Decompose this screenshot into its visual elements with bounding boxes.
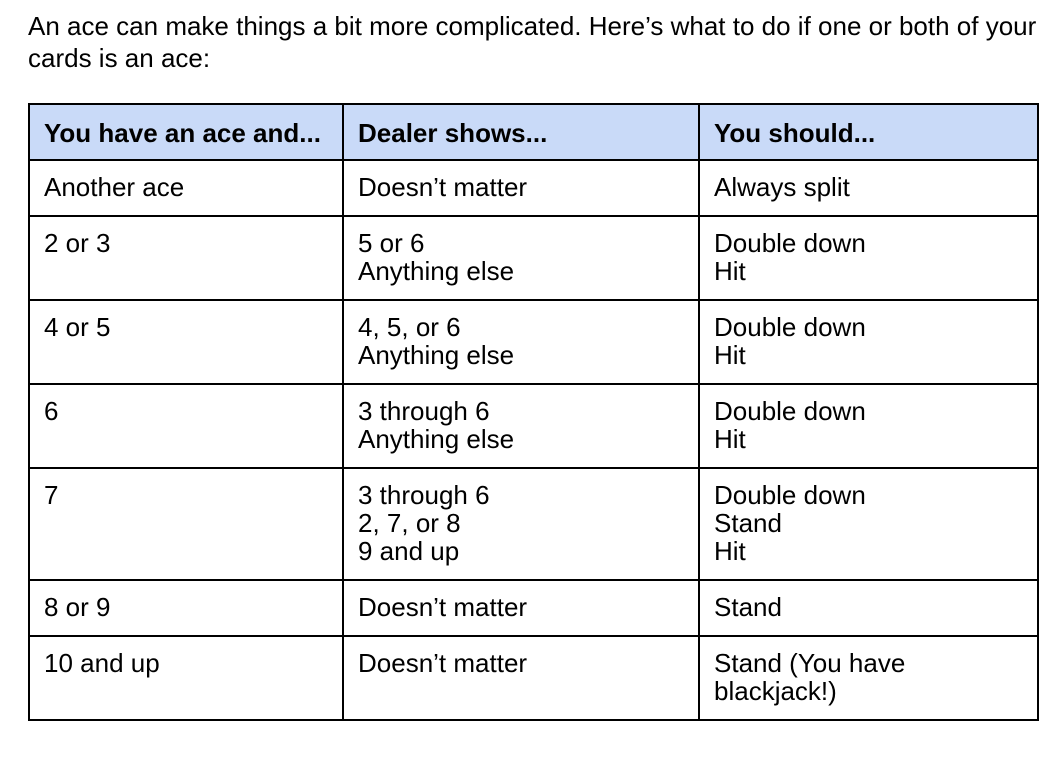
table-row: Another ace Doesn’t matter Always split (28, 159, 1039, 217)
action-line: Stand (You have blackjack!) (714, 648, 906, 706)
table-row: 4 or 5 4, 5, or 6 Anything else Double down… (28, 299, 1039, 385)
cell-dealer: Doesn’t matter (342, 159, 700, 217)
dealer-line: 3 through 6 (358, 396, 490, 426)
dealer-line: 4, 5, or 6 (358, 312, 461, 342)
table-header: You have an ace and... Dealer shows... Y… (28, 103, 1039, 161)
cell-dealer: 3 through 6 2, 7, or 89 and up (342, 467, 700, 581)
cell-dealer: Doesn’t matter (342, 579, 700, 637)
table-body: Another ace Doesn’t matter Always split 2 o… (28, 159, 1039, 721)
dealer-line: 3 through 6 (358, 480, 490, 510)
header-action: You should... (698, 103, 1039, 161)
cell-action: Always split (698, 159, 1039, 217)
dealer-line: 2, 7, or 8 (358, 508, 461, 538)
cell-hand: 7 (28, 467, 344, 581)
dealer-line: Doesn’t matter (358, 648, 528, 678)
cell-hand: 8 or 9 (28, 579, 344, 637)
dealer-line: Doesn’t matter (358, 592, 528, 622)
table-row: 2 or 35 or 6 Anything else Double down Hit (28, 215, 1039, 301)
ace-strategy-table: You have an ace and... Dealer shows... Y… (28, 103, 1039, 721)
action-line: Stand (714, 508, 782, 538)
dealer-line: Anything else (358, 424, 515, 454)
cell-action: Stand (698, 579, 1039, 637)
dealer-line: Doesn’t matter (358, 172, 528, 202)
cell-dealer: 5 or 6 Anything else (342, 215, 700, 301)
action-line: Hit (714, 536, 746, 566)
cell-action: Double down Hit (698, 383, 1039, 469)
header-hand: You have an ace and... (28, 103, 344, 161)
cell-hand: 4 or 5 (28, 299, 344, 385)
header-row: You have an ace and... Dealer shows... Y… (28, 103, 1039, 161)
action-line: Double down (714, 396, 866, 426)
action-line: Double down (714, 480, 866, 510)
dealer-line: Anything else (358, 256, 515, 286)
table-row: 63 through 6 Anything else Double down Hit (28, 383, 1039, 469)
action-line: Always split (714, 172, 850, 202)
cell-hand: Another ace (28, 159, 344, 217)
cell-hand: 2 or 3 (28, 215, 344, 301)
action-line: Stand (714, 592, 782, 622)
cell-hand: 10 and up (28, 635, 344, 721)
cell-dealer: Doesn’t matter (342, 635, 700, 721)
cell-action: Double down Hit (698, 299, 1039, 385)
header-dealer: Dealer shows... (342, 103, 700, 161)
action-line: Hit (714, 424, 746, 454)
cell-action: Double down Hit (698, 215, 1039, 301)
action-line: Hit (714, 340, 746, 370)
cell-dealer: 4, 5, or 6 Anything else (342, 299, 700, 385)
table-row: 8 or 9 Doesn’t matter Stand (28, 579, 1039, 637)
action-line: Double down (714, 312, 866, 342)
dealer-line: Anything else (358, 340, 515, 370)
action-line: Double down (714, 228, 866, 258)
dealer-line: 5 or 6 (358, 228, 425, 258)
cell-action: Double down Stand Hit (698, 467, 1039, 581)
cell-dealer: 3 through 6 Anything else (342, 383, 700, 469)
table-row: 73 through 6 2, 7, or 89 and up Double dow… (28, 467, 1039, 581)
dealer-line: 9 and up (358, 536, 460, 566)
table-row: 10 and up Doesn’t matter Stand (You have b… (28, 635, 1039, 721)
intro-paragraph: An ace can make things a bit more compli… (28, 11, 1037, 73)
cell-hand: 6 (28, 383, 344, 469)
cell-action: Stand (You have blackjack!) (698, 635, 1039, 721)
action-line: Hit (714, 256, 746, 286)
